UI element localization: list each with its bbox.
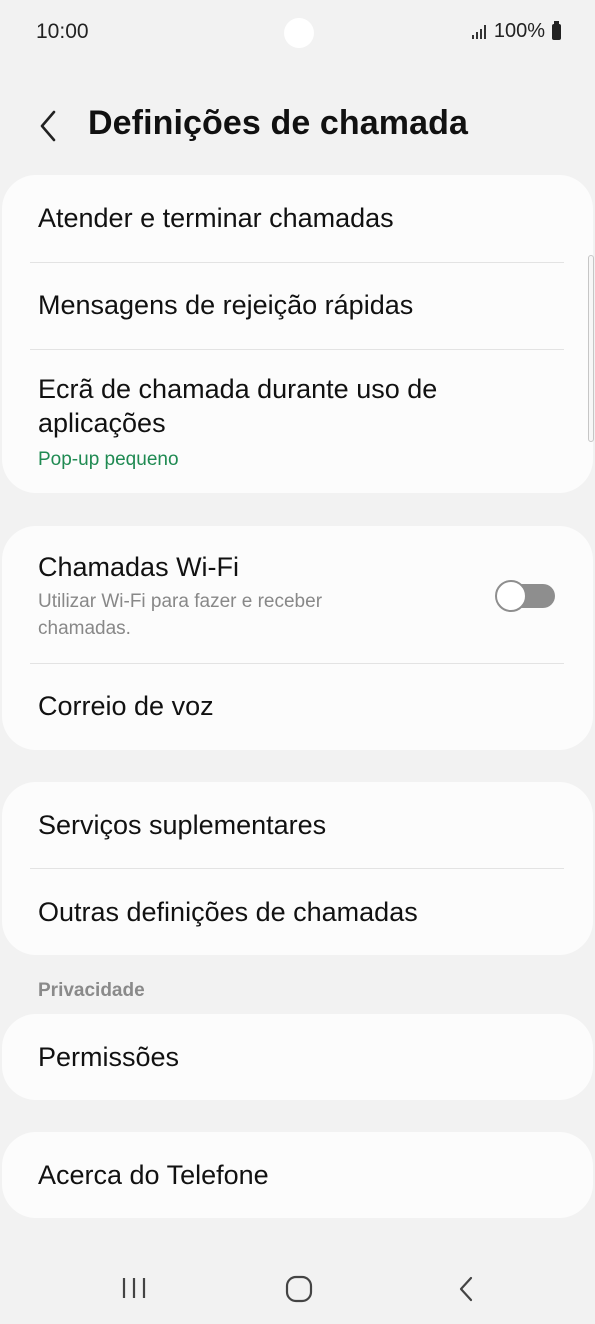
list-item-wifi-calling[interactable]: Chamadas Wi-Fi Utilizar Wi-Fi para fazer…: [2, 526, 593, 663]
nav-back-icon[interactable]: [456, 1274, 476, 1304]
chevron-left-icon[interactable]: [30, 104, 70, 148]
item-title: Atender e terminar chamadas: [38, 203, 394, 233]
settings-card-calls: Atender e terminar chamadas Mensagens de…: [2, 175, 593, 493]
settings-card-wifi-voicemail: Chamadas Wi-Fi Utilizar Wi-Fi para fazer…: [2, 526, 593, 750]
item-title: Permissões: [38, 1042, 180, 1072]
scrollbar[interactable]: [588, 255, 594, 442]
item-title: Outras definições de chamadas: [38, 897, 418, 927]
item-subtitle: Pop-up pequeno: [38, 449, 179, 470]
home-icon[interactable]: [285, 1275, 313, 1303]
list-item-supplementary-services[interactable]: Serviços suplementares: [2, 782, 593, 868]
toggle-knob: [495, 580, 527, 612]
list-item-permissions[interactable]: Permissões: [2, 1014, 593, 1100]
wifi-calling-toggle[interactable]: [495, 580, 555, 612]
list-item-other-call-settings[interactable]: Outras definições de chamadas: [2, 869, 593, 955]
battery-percentage: 100%: [493, 20, 545, 42]
item-title: Ecrã de chamada durante uso de aplicaçõe…: [38, 374, 438, 438]
settings-card-about: Acerca do Telefone: [2, 1132, 593, 1218]
recents-icon[interactable]: [121, 1276, 147, 1300]
app-bar: Definições de chamada: [0, 86, 595, 166]
section-label-privacy: Privacidade: [38, 980, 145, 1001]
status-indicators: 100%: [471, 20, 561, 43]
list-item-about-phone[interactable]: Acerca do Telefone: [2, 1132, 593, 1218]
settings-card-services: Serviços suplementares Outras definições…: [2, 782, 593, 955]
list-item-answer-end-calls[interactable]: Atender e terminar chamadas: [2, 175, 593, 261]
page-title: Definições de chamada: [88, 104, 469, 142]
list-item-quick-decline-messages[interactable]: Mensagens de rejeição rápidas: [2, 263, 593, 349]
item-title: Serviços suplementares: [38, 810, 327, 840]
navigation-bar: [0, 1250, 595, 1324]
item-title: Correio de voz: [38, 691, 214, 721]
battery-icon: [552, 20, 561, 40]
phone-screen: 10:00 100% Definições de chamada Atender…: [0, 0, 595, 1324]
signal-icon: [471, 24, 486, 39]
item-subtitle: Utilizar Wi-Fi para fazer e receber cham…: [38, 591, 323, 639]
status-time: 10:00: [36, 20, 89, 43]
settings-card-privacy: Permissões: [2, 1014, 593, 1100]
list-item-call-display-in-apps[interactable]: Ecrã de chamada durante uso de aplicaçõe…: [2, 350, 593, 493]
front-camera: [284, 18, 314, 48]
status-bar: 10:00 100%: [0, 0, 595, 66]
item-title: Acerca do Telefone: [38, 1160, 269, 1190]
item-title: Chamadas Wi-Fi: [38, 552, 240, 582]
item-title: Mensagens de rejeição rápidas: [38, 290, 414, 320]
list-item-voicemail[interactable]: Correio de voz: [2, 664, 593, 750]
